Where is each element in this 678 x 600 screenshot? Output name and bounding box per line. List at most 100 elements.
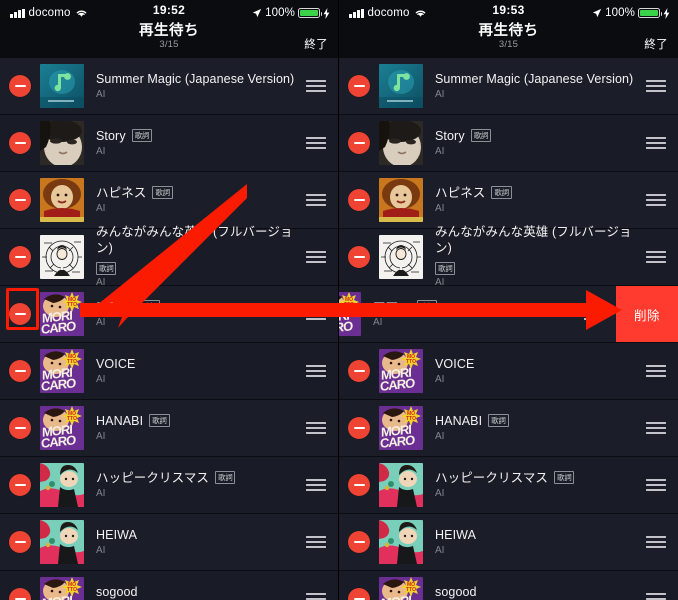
reorder-handle-icon[interactable] bbox=[306, 592, 326, 600]
reorder-handle-icon[interactable] bbox=[646, 364, 666, 378]
remove-circle-icon[interactable] bbox=[9, 417, 31, 439]
queue-row[interactable]: Story 歌詞 AI bbox=[0, 115, 338, 172]
remove-circle-icon[interactable] bbox=[9, 246, 31, 268]
album-artwork bbox=[379, 121, 423, 165]
queue-row-content[interactable]: MO TTO MORI CARO VOICE AI bbox=[339, 343, 678, 399]
reorder-handle-icon[interactable] bbox=[306, 250, 326, 264]
queue-row[interactable]: みんながみんな英雄 (フルバージョン) 歌詞 AI bbox=[339, 225, 678, 288]
queue-row[interactable]: ハピネス 歌詞 AI bbox=[339, 172, 678, 229]
reorder-handle-icon[interactable] bbox=[306, 79, 326, 93]
queue-list-before[interactable]: Summer Magic (Japanese Version) AI Story 歌詞… bbox=[0, 58, 338, 600]
queue-row[interactable]: HEIWA AI bbox=[339, 514, 678, 571]
queue-row-content[interactable]: みんながみんな英雄 (フルバージョン) 歌詞 AI bbox=[0, 225, 338, 288]
track-artist: AI bbox=[96, 88, 106, 100]
queue-row[interactable]: Summer Magic (Japanese Version) AI bbox=[339, 58, 678, 115]
queue-row-content[interactable]: ハピネス 歌詞 AI bbox=[339, 172, 678, 228]
reorder-handle-icon[interactable] bbox=[306, 136, 326, 150]
queue-row-content[interactable]: HEIWA AI bbox=[0, 514, 338, 570]
queue-row[interactable]: みんながみんな英雄 (フルバージョン) 歌詞 AI bbox=[0, 225, 338, 288]
queue-row-content[interactable]: ハピネス 歌詞 AI bbox=[0, 172, 338, 228]
queue-row-content[interactable]: Summer Magic (Japanese Version) AI bbox=[0, 58, 338, 114]
remove-circle-icon[interactable] bbox=[9, 75, 31, 97]
reorder-handle-icon[interactable] bbox=[646, 478, 666, 492]
queue-row[interactable]: MOTTOMORICAROsogoodAI bbox=[0, 571, 338, 600]
queue-row[interactable]: MO TTO MORI CARO ママへ 歌詞 AI bbox=[0, 286, 338, 343]
queue-row-content[interactable]: みんながみんな英雄 (フルバージョン) 歌詞 AI bbox=[339, 225, 678, 288]
queue-row[interactable]: MO TTO MORI CARO HANABI 歌詞 AI bbox=[339, 400, 678, 457]
track-artist: AI bbox=[96, 430, 106, 442]
reorder-handle-icon[interactable] bbox=[584, 307, 604, 321]
remove-circle-icon[interactable] bbox=[348, 531, 370, 553]
queue-row-content[interactable]: MO TTO MORI CARO VOICE AI bbox=[0, 343, 338, 399]
queue-row-content[interactable]: Story 歌詞 AI bbox=[0, 115, 338, 171]
remove-circle-icon[interactable] bbox=[9, 588, 31, 600]
track-title: HANABI bbox=[435, 413, 483, 428]
queue-row[interactable]: ハッピークリスマス 歌詞 AI bbox=[339, 457, 678, 514]
reorder-handle-icon[interactable] bbox=[306, 307, 326, 321]
lyrics-badge: 歌詞 bbox=[96, 262, 117, 275]
reorder-handle-icon[interactable] bbox=[646, 136, 666, 150]
remove-circle-icon[interactable] bbox=[348, 246, 370, 268]
remove-circle-icon[interactable] bbox=[348, 189, 370, 211]
lyrics-badge: 歌詞 bbox=[488, 414, 509, 427]
reorder-handle-icon[interactable] bbox=[646, 79, 666, 93]
done-button[interactable]: 終了 bbox=[304, 36, 328, 52]
remove-circle-icon[interactable] bbox=[348, 132, 370, 154]
queue-row[interactable]: Summer Magic (Japanese Version) AI bbox=[0, 58, 338, 115]
remove-circle-icon[interactable] bbox=[9, 132, 31, 154]
reorder-handle-icon[interactable] bbox=[306, 421, 326, 435]
remove-circle-icon[interactable] bbox=[348, 474, 370, 496]
reorder-handle-icon[interactable] bbox=[306, 364, 326, 378]
queue-row-content[interactable]: HEIWA AI bbox=[339, 514, 678, 570]
lyrics-badge: 歌詞 bbox=[131, 129, 153, 142]
remove-circle-icon[interactable] bbox=[9, 189, 31, 211]
reorder-handle-icon[interactable] bbox=[646, 250, 666, 264]
queue-row[interactable]: MO TTO MORI CARO HANABI 歌詞 AI bbox=[0, 400, 338, 457]
remove-circle-icon[interactable] bbox=[348, 360, 370, 382]
queue-list-after[interactable]: Summer Magic (Japanese Version) AI Story 歌詞… bbox=[339, 58, 678, 600]
done-button[interactable]: 終了 bbox=[644, 36, 668, 52]
queue-row-content[interactable]: MO TTO MORI CARO ママへ 歌詞 AI bbox=[339, 286, 616, 342]
queue-row-content[interactable]: ハッピークリスマス 歌詞 AI bbox=[339, 457, 678, 513]
remove-circle-icon[interactable] bbox=[9, 360, 31, 382]
reorder-handle-icon[interactable] bbox=[306, 478, 326, 492]
highlight-box-delete-toggle bbox=[6, 288, 39, 330]
remove-circle-icon[interactable] bbox=[348, 417, 370, 439]
lyrics-badge: 歌詞 bbox=[491, 186, 512, 199]
queue-row-content[interactable]: MO TTO MORI CARO ママへ 歌詞 AI bbox=[0, 286, 338, 342]
queue-row[interactable]: MO TTO MORI CARO VOICE AI bbox=[339, 343, 678, 400]
remove-circle-icon[interactable] bbox=[348, 75, 370, 97]
queue-row[interactable]: Story 歌詞 AI bbox=[339, 115, 678, 172]
remove-circle-icon[interactable] bbox=[348, 588, 370, 600]
queue-row-content[interactable]: MOTTOMORICAROsogoodAI bbox=[0, 571, 338, 600]
reorder-handle-icon[interactable] bbox=[646, 592, 666, 600]
queue-row-content[interactable]: Story 歌詞 AI bbox=[339, 115, 678, 171]
reorder-handle-icon[interactable] bbox=[306, 193, 326, 207]
status-bar-right: 100% bbox=[592, 7, 670, 19]
reorder-handle-icon[interactable] bbox=[646, 535, 666, 549]
queue-row[interactable]: MO TTO MORI CARO VOICE AI bbox=[0, 343, 338, 400]
queue-row[interactable]: ハピネス 歌詞 AI bbox=[0, 172, 338, 229]
remove-circle-icon[interactable] bbox=[9, 474, 31, 496]
queue-row-content[interactable]: MO TTO MORI CARO HANABI 歌詞 AI bbox=[0, 400, 338, 456]
reorder-handle-icon[interactable] bbox=[646, 421, 666, 435]
album-artwork bbox=[40, 520, 84, 564]
queue-row[interactable]: MO TTO MORI CARO ママへ 歌詞 AI 削除 bbox=[339, 286, 678, 343]
remove-circle-icon[interactable] bbox=[9, 531, 31, 553]
queue-row-content[interactable]: MOTTOMORICAROsogoodAI bbox=[339, 571, 678, 600]
reorder-handle-icon[interactable] bbox=[646, 193, 666, 207]
nav-bar: 再生待ち 3/15 終了 bbox=[339, 23, 678, 58]
queue-row[interactable]: MOTTOMORICAROsogoodAI bbox=[339, 571, 678, 600]
track-info: sogoodAI bbox=[84, 584, 306, 600]
queue-row[interactable]: HEIWA AI bbox=[0, 514, 338, 571]
reorder-handle-icon[interactable] bbox=[306, 535, 326, 549]
location-arrow-icon bbox=[592, 8, 602, 18]
track-artist: AI bbox=[96, 316, 106, 328]
queue-row-content[interactable]: MO TTO MORI CARO HANABI 歌詞 AI bbox=[339, 400, 678, 456]
queue-row-content[interactable]: ハッピークリスマス 歌詞 AI bbox=[0, 457, 338, 513]
queue-row-content[interactable]: Summer Magic (Japanese Version) AI bbox=[339, 58, 678, 114]
track-artist: AI bbox=[435, 544, 445, 556]
track-artist: AI bbox=[96, 373, 106, 385]
delete-button[interactable]: 削除 bbox=[616, 286, 678, 342]
queue-row[interactable]: ハッピークリスマス 歌詞 AI bbox=[0, 457, 338, 514]
